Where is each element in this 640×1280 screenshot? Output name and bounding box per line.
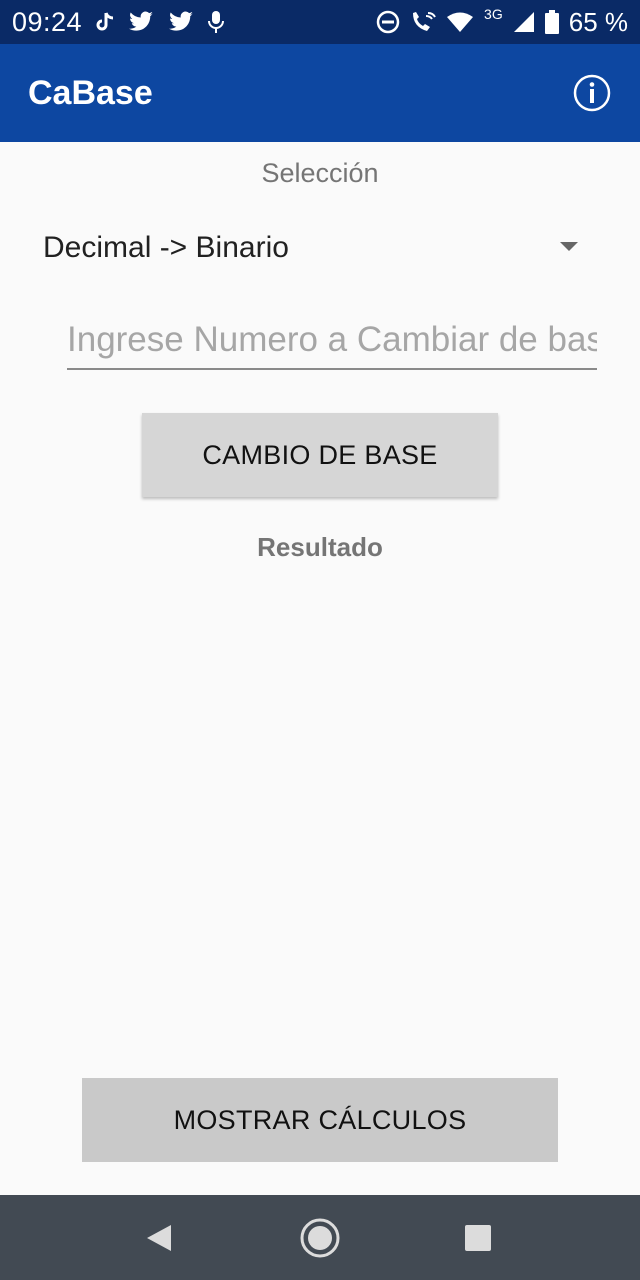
info-button[interactable] (572, 73, 612, 113)
app-bar: CaBase (0, 44, 640, 142)
home-button[interactable] (280, 1215, 360, 1261)
battery-level: 65 % (568, 6, 628, 37)
number-input[interactable] (67, 312, 597, 370)
wifi-icon (446, 11, 474, 33)
show-calculations-button[interactable]: MOSTRAR CÁLCULOS (82, 1078, 558, 1162)
microphone-icon (208, 10, 225, 34)
do-not-disturb-icon (376, 10, 400, 34)
result-label: Resultado (257, 532, 383, 562)
network-type: 3G (484, 6, 503, 22)
recents-button[interactable] (438, 1215, 518, 1261)
wifi-calling-icon (410, 10, 436, 34)
home-icon (300, 1218, 340, 1258)
navigation-bar (0, 1195, 640, 1280)
twitter-icon (168, 11, 194, 33)
status-bar: 09:24 3G 65 % (0, 0, 640, 44)
app-title: CaBase (28, 73, 153, 112)
cell-signal-icon (513, 11, 535, 33)
convert-base-button[interactable]: CAMBIO DE BASE (142, 413, 498, 497)
dropdown-arrow-icon (560, 242, 578, 251)
status-time: 09:24 (12, 6, 83, 37)
selection-label: Selección (261, 158, 379, 188)
info-icon (573, 74, 611, 112)
twitter-icon (128, 11, 154, 33)
back-icon (147, 1225, 171, 1251)
tiktok-icon (96, 11, 114, 33)
back-button[interactable] (119, 1215, 199, 1261)
recents-icon (465, 1225, 491, 1251)
conversion-type-dropdown[interactable]: Decimal -> Binario (28, 222, 604, 274)
battery-icon (544, 10, 559, 34)
dropdown-selected-value: Decimal -> Binario (43, 231, 289, 264)
